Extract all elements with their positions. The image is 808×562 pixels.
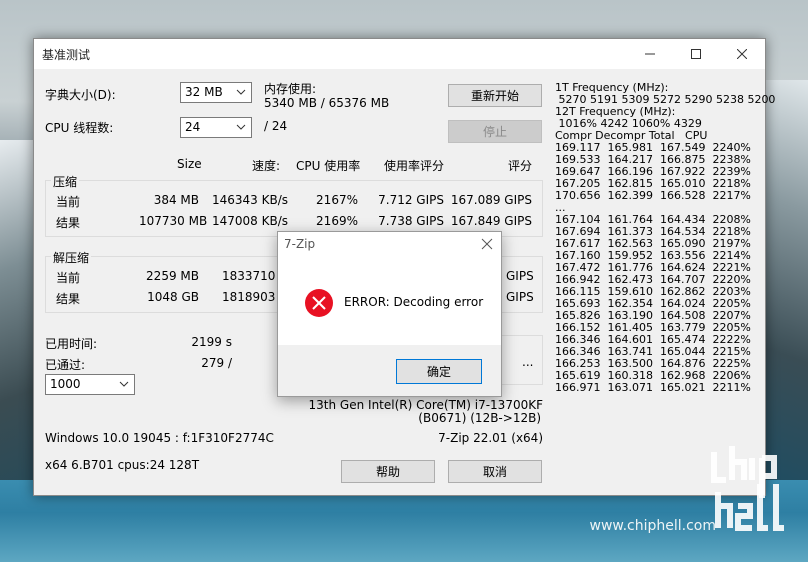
desktop-mountain-right xyxy=(764,80,808,500)
compress-result-ru: 7.738 GIPS xyxy=(378,214,444,228)
elapsed-value: 2199 s xyxy=(191,335,232,349)
compress-current-usage: 2167% xyxy=(316,193,358,207)
error-icon xyxy=(305,289,333,317)
ok-button[interactable]: 确定 xyxy=(396,359,482,384)
passes-select[interactable]: 1000 xyxy=(45,374,135,395)
compress-group xyxy=(45,180,543,237)
cpu-threads-total: / 24 xyxy=(264,119,288,133)
error-dialog: 7-Zip ERROR: Decoding error 确定 xyxy=(277,231,502,397)
maximize-icon xyxy=(691,49,701,59)
chevron-down-icon xyxy=(236,124,246,130)
memory-value: 5340 MB / 65376 MB xyxy=(264,96,390,110)
decompress-current-size: 2259 MB xyxy=(146,269,199,283)
close-button[interactable] xyxy=(719,39,765,69)
stop-button[interactable]: 停止 xyxy=(448,120,542,143)
compress-result-label: 结果 xyxy=(56,216,81,230)
chevron-down-icon xyxy=(119,381,129,387)
cpu-threads-select[interactable]: 24 xyxy=(180,117,252,138)
cpu-threads-value: 24 xyxy=(185,120,201,134)
compress-current-ru: 7.712 GIPS xyxy=(378,193,444,207)
zip-version: 7-Zip 22.01 (x64) xyxy=(438,431,543,445)
compress-current-speed: 146343 KB/s xyxy=(211,193,288,207)
cancel-button[interactable]: 取消 xyxy=(448,460,542,483)
compress-current-size: 384 MB xyxy=(153,193,199,207)
watermark-url: www.chiphell.com xyxy=(589,518,716,534)
dict-size-value: 32 MB xyxy=(185,85,223,99)
header-rating-usage: 使用率评分 xyxy=(384,159,445,173)
maximize-button[interactable] xyxy=(673,39,719,69)
window-title: 基准测试 xyxy=(42,47,91,62)
dict-size-select[interactable]: 32 MB xyxy=(180,82,252,103)
dialog-title: 7-Zip xyxy=(284,237,316,251)
compress-result-usage: 2169% xyxy=(316,214,358,228)
decompress-title: 解压缩 xyxy=(51,249,92,266)
passes-value: 1000 xyxy=(50,377,81,391)
compress-current-label: 当前 xyxy=(56,195,81,209)
chiphell-logo-icon xyxy=(711,446,784,531)
compress-result-size: 107730 MB xyxy=(139,214,208,228)
compress-result-speed: 147008 KB/s xyxy=(211,214,288,228)
results-log-line: 170.656 162.399 166.528 2217% xyxy=(555,189,751,202)
header-cpu-usage: CPU 使用率 xyxy=(296,159,361,173)
decompress-result-size: 1048 GB xyxy=(147,290,199,304)
decompress-result-rating: GIPS xyxy=(506,290,534,304)
help-button[interactable]: 帮助 xyxy=(341,460,435,483)
os-info: Windows 10.0 19045 : f:1F310F2774C xyxy=(45,431,274,445)
minimize-icon xyxy=(645,53,655,55)
cpu-threads-label: CPU 线程数: xyxy=(45,121,114,135)
compress-title: 压缩 xyxy=(51,173,80,190)
more-dots[interactable]: ... xyxy=(522,355,533,369)
title-bar[interactable]: 基准测试 xyxy=(34,39,765,69)
arch-info: x64 6.B701 cpus:24 128T xyxy=(45,458,200,472)
memory-label: 内存使用: xyxy=(264,82,317,96)
passed-value: 279 / xyxy=(201,356,232,370)
decompress-result-label: 结果 xyxy=(56,292,81,306)
header-speed: 速度: xyxy=(252,159,281,173)
header-size: Size xyxy=(177,157,202,171)
results-log-line: 166.971 163.071 165.021 2211% xyxy=(555,381,751,394)
restart-button[interactable]: 重新开始 xyxy=(448,84,542,107)
results-log: 1T Frequency (MHz): 5270 5191 5309 5272 … xyxy=(555,82,775,394)
elapsed-label: 已用时间: xyxy=(45,337,98,351)
cpu-info-line1: 13th Gen Intel(R) Core(TM) i7-13700KF xyxy=(308,398,543,412)
compress-result-rating: 167.849 GIPS xyxy=(450,214,532,228)
close-icon[interactable] xyxy=(479,236,495,252)
dict-size-label: 字典大小(D): xyxy=(45,88,116,102)
dialog-message: ERROR: Decoding error xyxy=(344,295,484,309)
close-icon xyxy=(737,49,747,59)
decompress-current-label: 当前 xyxy=(56,271,81,285)
minimize-button[interactable] xyxy=(627,39,673,69)
compress-current-rating: 167.089 GIPS xyxy=(450,193,532,207)
cpu-info-line2: (B0671) (12B->12B) xyxy=(418,411,541,425)
chevron-down-icon xyxy=(236,89,246,95)
header-rating: 评分 xyxy=(508,159,533,173)
passed-label: 已通过: xyxy=(45,358,86,372)
decompress-current-rating: GIPS xyxy=(506,269,534,283)
